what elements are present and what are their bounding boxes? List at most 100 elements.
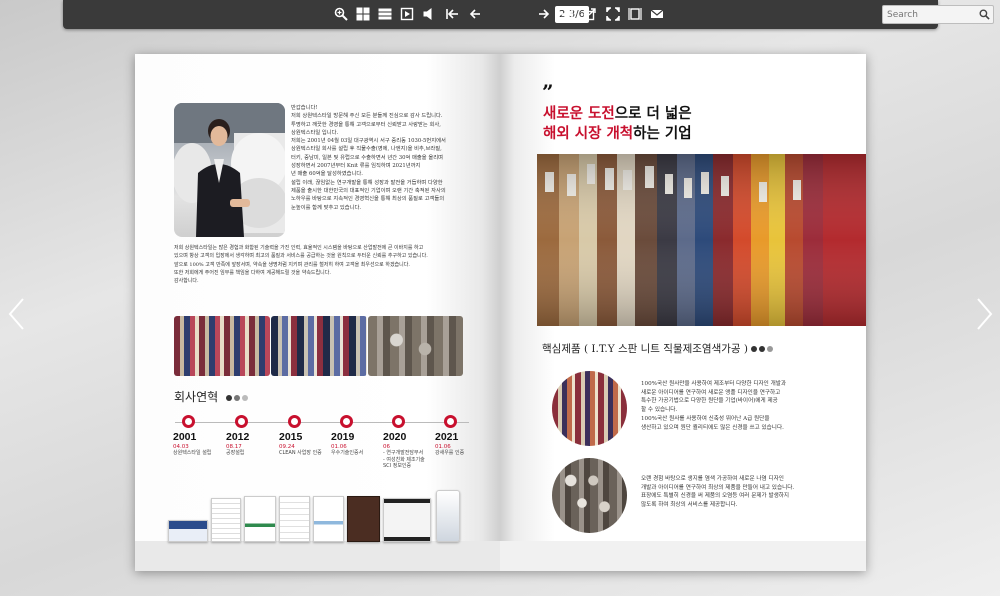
dot bbox=[767, 346, 773, 352]
timeline-marker bbox=[288, 415, 301, 428]
product-image-prints bbox=[552, 371, 627, 446]
greeting-line: 반갑습니다! bbox=[291, 105, 318, 111]
autoplay-icon[interactable] bbox=[399, 6, 415, 22]
timeline-item: 2021 01.06 강새우를 인증 bbox=[435, 415, 491, 457]
product-desc-line: 개발과 아이디어를 연구하여 최상의 제품을 만들어 내고 있습니다. bbox=[641, 484, 795, 491]
timeline-year: 2001 bbox=[173, 431, 197, 443]
timeline-desc: 공장설립 bbox=[226, 450, 245, 456]
product-description: 100%국산 원사만을 사용하여 제조부터 다양한 디자인 개발과 새로운 아이… bbox=[641, 380, 841, 432]
certificate-image bbox=[313, 496, 344, 542]
greeting-line: 눈높이를 함께 맞추고 있습니다. bbox=[291, 204, 362, 211]
greeting-line: 설립 이래, 끊임없는 연구개발을 통해 성장과 발전을 거듭하며 다양한 bbox=[291, 179, 443, 186]
greeting-line: 저희는 2001년 04월 03일 대구광역시 서구 중리동 1030-5번지에… bbox=[291, 138, 446, 145]
certificates-row bbox=[168, 490, 468, 542]
timeline-year: 2015 bbox=[279, 431, 303, 443]
timeline-year: 2019 bbox=[331, 431, 355, 443]
timeline-item: 2012 08.17 공장설립 bbox=[226, 415, 282, 457]
intro-line: 감사합니다. bbox=[174, 278, 199, 285]
right-page[interactable]: ” 새로운 도전으로 더 넓은 해외 시장 개척하는 기업 핵심제품 (I.T… bbox=[500, 54, 866, 571]
fabric-photo bbox=[271, 316, 367, 376]
flipbook-spread: 반갑습니다! 저희 상원텍스타일 방문해 주신 모든 분들께 진심으로 감사 드… bbox=[135, 54, 866, 571]
dot bbox=[751, 346, 757, 352]
product-desc-line: 오랜 경험 바탕으로 생지를 염색 가공하여 새로운 나염 디자인 bbox=[641, 476, 784, 482]
product-desc-line: 표장에도 특별히 신경을 써 제품의 오염등 여러 문제가 발생하지 bbox=[641, 493, 790, 500]
product-image-rolls bbox=[552, 458, 627, 533]
product-desc-line: 100%국산 원사만을 사용하여 제조부터 다양한 디자인 개발과 bbox=[641, 381, 787, 387]
intro-line: 있으며 항상 고객의 입장에서 생각하며 최고의 품질과 서비스를 공급하는 것… bbox=[174, 253, 428, 260]
product-desc-line: 새로운 아이디어를 연구하여 새로운 앵플 디자인을 연구하고 bbox=[641, 389, 781, 396]
greeting-line: 성장하면서 2007년부터 Knit 류를 임직하며 2021년까지 bbox=[291, 163, 421, 170]
quote-mark: ” bbox=[542, 80, 554, 104]
sound-icon[interactable] bbox=[421, 6, 437, 22]
greeting-line: 상원텍스타일 입니다. bbox=[291, 129, 339, 136]
timeline-item: 2001 04.03 상원텍스타일 설립 bbox=[173, 415, 229, 457]
timeline-item: 2020 06 - 연구개발전담부서 - 여성친화 제조기술 SCI 정보인증 bbox=[383, 415, 439, 470]
zoom-icon[interactable] bbox=[333, 6, 349, 22]
timeline-item: 2019 01.06 우수기술인증서 bbox=[331, 415, 387, 457]
certificate-image bbox=[347, 496, 380, 542]
page-footer-band bbox=[500, 541, 866, 571]
left-page[interactable]: 반갑습니다! 저희 상원텍스타일 방문해 주신 모든 분들께 진심으로 감사 드… bbox=[135, 54, 500, 571]
search-box bbox=[882, 5, 994, 24]
fabric-photo-strip bbox=[174, 316, 463, 376]
dot bbox=[759, 346, 765, 352]
certificate-image bbox=[279, 496, 310, 542]
timeline-year: 2020 bbox=[383, 431, 407, 443]
table-of-contents-icon[interactable] bbox=[377, 6, 393, 22]
product-desc-line: 100%국산 원사를 사용하여 신축성 뛰어난 A급 원단을 bbox=[641, 415, 770, 422]
page-headline: 새로운 도전으로 더 넓은 해외 시장 개척하는 기업 bbox=[543, 104, 692, 144]
timeline-marker bbox=[392, 415, 405, 428]
title-dots bbox=[751, 346, 773, 352]
timeline-item: 2015 09.24 CLEAN 사업장 인증 bbox=[279, 415, 335, 457]
search-icon[interactable] bbox=[979, 9, 990, 20]
timeline-year: 2021 bbox=[435, 431, 459, 443]
product-desc-line: 특수한 가공기법으로 다양한 원단을 기업(바이어)에게 제공 bbox=[641, 398, 778, 405]
last-page-icon[interactable] bbox=[559, 6, 575, 22]
products-title: 핵심제품 ( I.T.Y 스판 니트 직물제조염색가공 ) bbox=[542, 343, 748, 355]
timeline-marker bbox=[182, 415, 195, 428]
headline-highlight: 해외 시장 개척 bbox=[543, 126, 634, 142]
greeting-line: 투명하고 깨끗한 경영을 통해 고객으로부터 신뢰받고 사랑받는 회사, bbox=[291, 121, 441, 128]
search-input[interactable] bbox=[883, 6, 977, 23]
title-dots bbox=[226, 395, 248, 401]
greeting-line: 노하우를 바탕으로 지속적인 경영혁신을 통해 최상의 품질로 고객들의 bbox=[291, 196, 445, 203]
company-intro-text: 저희 상원텍스타일는 많은 경험과 화함된 기술력을 가진 인력, 효율적인 시… bbox=[174, 244, 469, 285]
certificate-image bbox=[168, 520, 208, 542]
timeline-marker bbox=[235, 415, 248, 428]
dot bbox=[234, 395, 240, 401]
next-page-arrow-icon[interactable] bbox=[973, 296, 995, 332]
greeting-line: 년 매출 60억을 달성하였습니다. bbox=[291, 171, 363, 178]
previous-page-arrow-icon[interactable] bbox=[6, 296, 28, 332]
timeline-marker bbox=[340, 415, 353, 428]
ceo-photo bbox=[174, 103, 285, 237]
next-page-icon[interactable] bbox=[536, 6, 552, 22]
single-page-view-icon[interactable] bbox=[627, 6, 643, 22]
certificate-image bbox=[211, 498, 241, 542]
certificate-image bbox=[244, 496, 276, 542]
award-trophy-image bbox=[436, 490, 460, 542]
timeline-desc: CLEAN 사업장 인증 bbox=[279, 450, 322, 456]
dot bbox=[226, 395, 232, 401]
timeline-desc: SCI 정보인증 bbox=[383, 463, 412, 469]
product-description: 오랜 경험 바탕으로 생지를 염색 가공하여 새로운 나염 디자인 개발과 아이… bbox=[641, 475, 861, 510]
product-desc-line: 생산하고 있으며 원단 퀄리티에도 많은 신경을 쓰고 있습니다. bbox=[641, 424, 784, 431]
greeting-line: 상원텍스타일 회사를 설립 후 직물수출(영에, 나엔지)을 비추,브라질, bbox=[291, 146, 442, 153]
share-icon[interactable] bbox=[582, 6, 598, 22]
timeline-desc: 상원텍스타일 설립 bbox=[173, 450, 212, 456]
product-desc-line: 할 수 있습니다. bbox=[641, 407, 678, 414]
timeline-desc: 강새우를 인증 bbox=[435, 450, 465, 456]
fullscreen-icon[interactable] bbox=[605, 6, 621, 22]
first-page-icon[interactable] bbox=[444, 6, 460, 22]
product-desc-line: 않도록 하여 최상의 서비스를 제공합니다. bbox=[641, 502, 738, 509]
greeting-line: 제품을 출시한 대한민국의 대표적인 기업이며 오랜 기간 축적된 자사의 bbox=[291, 187, 446, 194]
previous-page-icon[interactable] bbox=[467, 6, 483, 22]
intro-line: 저희 상원텍스타일는 많은 경험과 화함된 기술력을 가진 인력, 효율적인 시… bbox=[174, 245, 424, 251]
dot bbox=[242, 395, 248, 401]
greeting-line: 저희 상원텍스타일 방문해 주신 모든 분들께 진심으로 감사 드립니다. bbox=[291, 113, 443, 120]
timeline-marker bbox=[444, 415, 457, 428]
headline-highlight: 새로운 도전 bbox=[543, 106, 615, 122]
email-icon[interactable] bbox=[649, 6, 665, 22]
thumbnails-icon[interactable] bbox=[355, 6, 371, 22]
certificate-image bbox=[383, 498, 431, 542]
fabric-photo bbox=[174, 316, 270, 376]
